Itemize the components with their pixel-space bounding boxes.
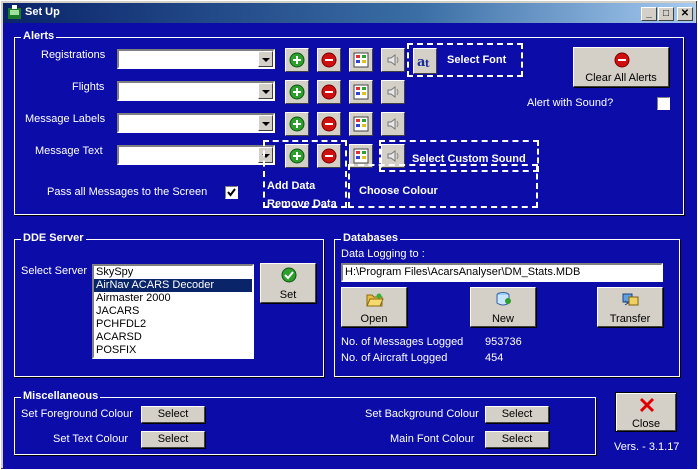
server-listbox[interactable]: SkySpy AirNav ACARS Decoder Airmaster 20… bbox=[92, 264, 254, 359]
sound-icon bbox=[387, 118, 399, 130]
message-text-combo[interactable] bbox=[117, 145, 275, 165]
close-label: Close bbox=[631, 418, 661, 430]
new-label: New bbox=[491, 313, 514, 325]
flights-combo[interactable] bbox=[117, 81, 275, 101]
remove-icon bbox=[321, 116, 337, 132]
alerts-group-title: Alerts bbox=[21, 30, 57, 42]
window-title: Set Up bbox=[25, 6, 60, 18]
message-label-colour-button[interactable] bbox=[349, 112, 373, 136]
pass-all-messages-checkbox[interactable] bbox=[225, 186, 238, 199]
select-font-label[interactable]: Select Font bbox=[447, 54, 506, 66]
check-icon bbox=[281, 267, 297, 283]
version-label: Vers. - 3.1.17 bbox=[614, 441, 680, 453]
foreground-colour-select-button[interactable]: Select bbox=[141, 406, 205, 423]
title-bar[interactable]: Set Up _ □ ✕ bbox=[3, 3, 695, 23]
client-area: Alerts Registrations Flights Message Lab… bbox=[3, 23, 697, 469]
flight-sound-button[interactable] bbox=[381, 80, 405, 104]
registrations-label: Registrations bbox=[41, 49, 106, 61]
add-flight-button[interactable] bbox=[285, 80, 309, 104]
checkmark-icon bbox=[227, 188, 236, 197]
chevron-down-icon[interactable] bbox=[258, 83, 273, 99]
minimize-button[interactable]: _ bbox=[641, 7, 657, 21]
main-font-colour-label: Main Font Colour bbox=[390, 433, 475, 445]
list-item[interactable]: PCHFDL2 bbox=[94, 318, 252, 331]
set-server-button[interactable]: Set bbox=[260, 263, 316, 303]
no-entry-icon bbox=[614, 52, 630, 68]
chevron-down-icon[interactable] bbox=[258, 115, 273, 131]
chevron-down-icon[interactable] bbox=[258, 51, 273, 67]
registration-colour-button[interactable] bbox=[349, 48, 373, 72]
text-colour-select-button[interactable]: Select bbox=[141, 431, 205, 448]
sound-icon bbox=[387, 86, 399, 98]
sound-icon bbox=[387, 54, 399, 66]
dde-server-group-title: DDE Server bbox=[21, 232, 86, 244]
clear-all-alerts-label: Clear All Alerts bbox=[585, 72, 657, 84]
data-logging-label: Data Logging to : bbox=[341, 248, 425, 260]
messages-logged-value: 953736 bbox=[485, 336, 522, 348]
setup-window: Set Up _ □ ✕ Alerts Registrations Flight… bbox=[0, 0, 698, 470]
remove-registration-button[interactable] bbox=[317, 48, 341, 72]
aircraft-logged-label: No. of Aircraft Logged bbox=[341, 352, 448, 364]
remove-message-label-button[interactable] bbox=[317, 112, 341, 136]
colour-palette-icon bbox=[353, 116, 369, 132]
transfer-db-button[interactable]: Transfer bbox=[597, 287, 663, 327]
app-icon bbox=[8, 5, 21, 19]
list-item[interactable]: Airmaster 2000 bbox=[94, 292, 252, 305]
remove-flight-button[interactable] bbox=[317, 80, 341, 104]
clear-all-alerts-button[interactable]: Clear All Alerts bbox=[573, 47, 669, 87]
choose-colour-label[interactable]: Choose Colour bbox=[359, 185, 438, 197]
registration-sound-button[interactable] bbox=[381, 48, 405, 72]
remove-icon bbox=[321, 52, 337, 68]
list-item[interactable]: SkySpy bbox=[94, 266, 252, 279]
registrations-combo[interactable] bbox=[117, 49, 275, 69]
set-label: Set bbox=[279, 289, 297, 301]
messages-logged-label: No. of Messages Logged bbox=[341, 336, 464, 348]
pass-all-messages-label: Pass all Messages to the Screen bbox=[47, 186, 208, 198]
colour-palette-icon bbox=[353, 52, 369, 68]
set-text-colour-label: Set Text Colour bbox=[53, 433, 129, 445]
alert-with-sound-label: Alert with Sound? bbox=[527, 97, 614, 109]
add-icon bbox=[289, 52, 305, 68]
aircraft-logged-value: 454 bbox=[485, 352, 504, 364]
maximize-button[interactable]: □ bbox=[658, 7, 674, 21]
close-x-icon bbox=[639, 397, 655, 413]
remove-data-label[interactable]: Remove Data bbox=[267, 198, 337, 210]
remove-icon bbox=[321, 84, 337, 100]
add-registration-button[interactable] bbox=[285, 48, 309, 72]
colour-palette-icon bbox=[353, 148, 369, 164]
main-font-colour-select-button[interactable]: Select bbox=[485, 431, 549, 448]
close-button[interactable]: Close bbox=[615, 392, 677, 432]
list-item[interactable]: JACARS bbox=[94, 305, 252, 318]
transfer-label: Transfer bbox=[609, 313, 651, 325]
window-close-button[interactable]: ✕ bbox=[677, 7, 693, 21]
message-labels-combo[interactable] bbox=[117, 113, 275, 133]
transfer-icon bbox=[622, 293, 639, 306]
open-label: Open bbox=[360, 313, 388, 325]
data-logging-path-field[interactable]: H:\Program Files\AcarsAnalyser\DM_Stats.… bbox=[341, 263, 663, 282]
open-folder-icon bbox=[366, 293, 384, 307]
add-icon bbox=[289, 116, 305, 132]
message-label-sound-button[interactable] bbox=[381, 112, 405, 136]
message-labels-label: Message Labels bbox=[25, 113, 106, 125]
add-data-label[interactable]: Add Data bbox=[267, 180, 315, 192]
set-background-colour-label: Set Background Colour bbox=[365, 408, 479, 420]
new-db-icon bbox=[496, 292, 511, 306]
list-item[interactable]: ACARSD bbox=[94, 331, 252, 344]
colour-palette-icon bbox=[353, 84, 369, 100]
miscellaneous-group-title: Miscellaneous bbox=[21, 390, 101, 402]
alert-with-sound-checkbox[interactable] bbox=[657, 97, 670, 110]
select-server-label: Select Server bbox=[21, 265, 88, 277]
open-db-button[interactable]: Open bbox=[341, 287, 407, 327]
add-icon bbox=[289, 84, 305, 100]
set-foreground-colour-label: Set Foreground Colour bbox=[21, 408, 133, 420]
flight-colour-button[interactable] bbox=[349, 80, 373, 104]
list-item-selected[interactable]: AirNav ACARS Decoder bbox=[94, 279, 252, 292]
flights-label: Flights bbox=[72, 81, 105, 93]
databases-group-title: Databases bbox=[341, 232, 401, 244]
new-db-button[interactable]: New bbox=[470, 287, 536, 327]
background-colour-select-button[interactable]: Select bbox=[485, 406, 549, 423]
add-message-label-button[interactable] bbox=[285, 112, 309, 136]
list-item[interactable]: POSFIX bbox=[94, 344, 252, 357]
message-text-label: Message Text bbox=[35, 145, 103, 157]
